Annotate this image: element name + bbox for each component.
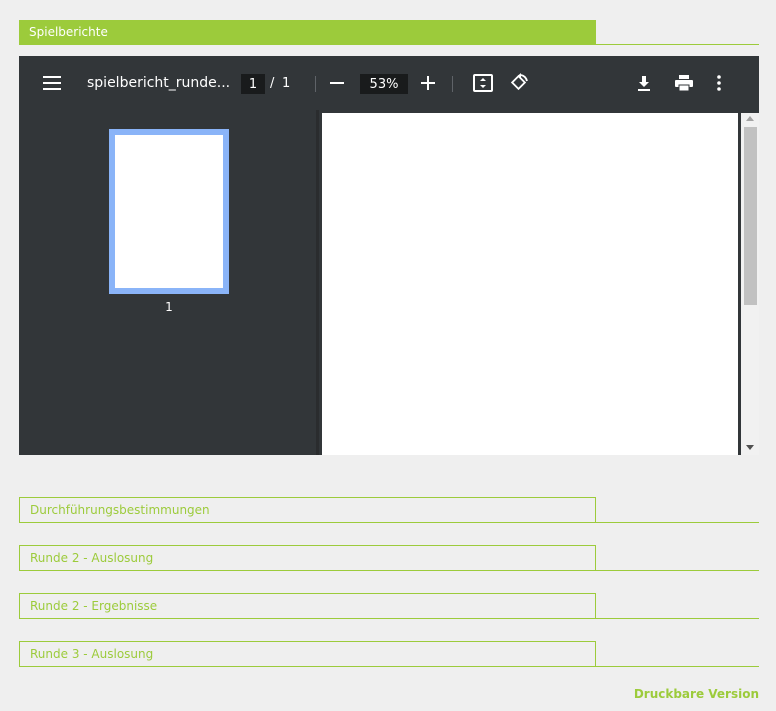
fit-page-button[interactable] <box>473 56 493 110</box>
more-vert-icon <box>717 75 721 91</box>
page-thumbnail[interactable] <box>109 129 229 294</box>
rotate-icon <box>510 73 528 91</box>
toolbar-divider <box>452 76 453 92</box>
page-total: 1 <box>282 75 291 91</box>
section-header-spielberichte[interactable]: Spielberichte <box>19 20 596 44</box>
menu-icon <box>43 76 61 90</box>
download-icon <box>638 76 650 91</box>
pdf-page <box>322 113 738 455</box>
thumbnail-page-number: 1 <box>165 300 173 314</box>
fit-page-icon <box>473 74 493 92</box>
scroll-up-arrow[interactable] <box>746 116 754 121</box>
page-number-input[interactable]: 1 <box>241 74 265 94</box>
zoom-out-button[interactable] <box>330 56 346 110</box>
scroll-down-arrow[interactable] <box>746 445 754 450</box>
section-rule <box>19 522 759 523</box>
menu-button[interactable] <box>43 56 63 110</box>
page-separator: / <box>270 75 275 91</box>
section-header-runde2-auslosung[interactable]: Runde 2 - Auslosung <box>19 545 596 571</box>
scroll-thumb[interactable] <box>744 127 757 305</box>
scrollbar[interactable] <box>741 113 759 455</box>
document-title: spielbericht_runde... <box>87 75 231 91</box>
more-options-button[interactable] <box>717 56 721 110</box>
section-header-runde2-ergebnisse[interactable]: Runde 2 - Ergebnisse <box>19 593 596 619</box>
toolbar-divider <box>315 76 316 92</box>
section-rule <box>19 618 759 619</box>
minus-icon <box>330 82 344 84</box>
download-button[interactable] <box>636 56 652 110</box>
pdf-toolbar: spielbericht_runde... 1 / 1 53% <box>19 56 759 110</box>
section-rule <box>19 570 759 571</box>
section-header-runde3-auslosung[interactable]: Runde 3 - Auslosung <box>19 641 596 667</box>
pdf-viewer: spielbericht_runde... 1 / 1 53% 1 <box>19 56 759 455</box>
section-rule <box>19 44 759 45</box>
section-header-durchfuehrungsbestimmungen[interactable]: Durchführungsbestimmungen <box>19 497 596 523</box>
print-version-link[interactable]: Druckbare Version <box>634 687 759 701</box>
print-button[interactable] <box>675 56 693 110</box>
thumbnail-sidebar: 1 <box>19 110 319 455</box>
zoom-level-input[interactable]: 53% <box>360 74 408 94</box>
plus-icon <box>421 76 435 90</box>
rotate-button[interactable] <box>509 56 529 110</box>
print-icon <box>675 75 693 91</box>
zoom-in-button[interactable] <box>421 56 437 110</box>
section-rule <box>19 666 759 667</box>
